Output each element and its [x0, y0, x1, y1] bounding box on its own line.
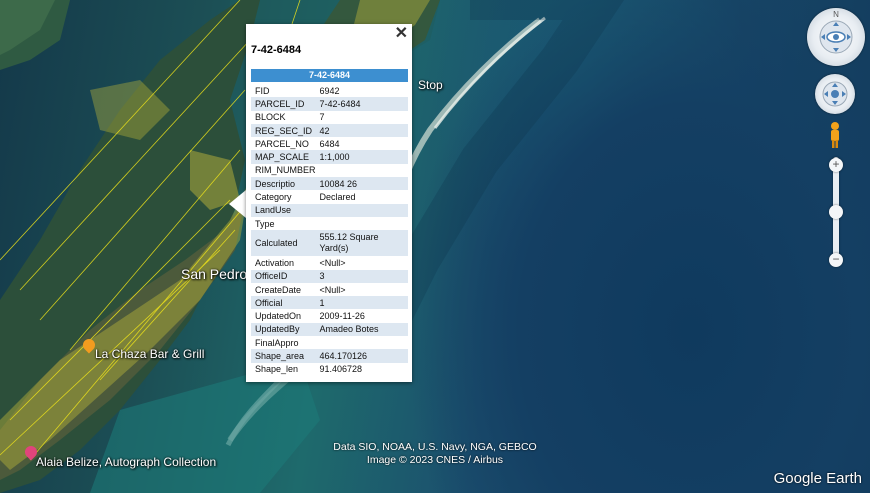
attribute-key: LandUse — [251, 203, 316, 217]
map-label-san-pedro[interactable]: San Pedro — [181, 266, 247, 282]
attribute-key: UpdatedBy — [251, 322, 316, 337]
attribute-value — [315, 203, 408, 217]
attribute-value — [316, 217, 408, 230]
attribute-value: Declared — [319, 192, 356, 203]
popup-pointer — [229, 190, 246, 218]
attribute-row: CreateDate <Null> — [251, 283, 408, 296]
attribute-row: Shape_len 91.406728 — [251, 363, 408, 376]
attribute-row: Calculated 555.12 Square Yard(s) — [251, 230, 408, 257]
street-view-pegman-icon[interactable] — [828, 121, 842, 149]
attribute-key: FinalAppro — [255, 337, 299, 348]
attribute-value: <Null> — [319, 257, 346, 268]
attribute-key: Calculated — [251, 230, 316, 257]
attribute-key: Activation — [255, 257, 295, 268]
attribute-key: REG_SEC_ID — [251, 123, 316, 138]
attribute-row: LandUse — [251, 203, 408, 217]
attribute-value — [316, 336, 408, 349]
attribute-row: REG_SEC_ID 42 — [251, 123, 408, 138]
attribute-key: MAP_SCALE — [251, 150, 316, 164]
attribute-row: OfficeID 3 — [251, 269, 408, 283]
map-label-la-chaza[interactable]: La Chaza Bar & Grill — [95, 347, 204, 361]
attribute-value: <Null> — [319, 284, 346, 295]
attribute-row: Shape_area 464.170126 — [251, 349, 408, 363]
attribute-row: Activation <Null> — [251, 256, 408, 269]
attribute-value: 6484 — [319, 138, 340, 149]
close-icon[interactable]: ✕ — [395, 26, 408, 42]
attribute-row: Official 1 — [251, 296, 408, 310]
attribute-value: 6942 — [319, 85, 340, 96]
hand-icon — [822, 81, 848, 107]
attribute-value: 91.406728 — [319, 364, 363, 375]
attribute-key: CreateDate — [255, 284, 302, 295]
satellite-map[interactable]: Stop San Pedro La Chaza Bar & Grill Alai… — [0, 0, 870, 493]
imagery-attribution: Data SIO, NOAA, U.S. Navy, NGA, GEBCO Im… — [0, 441, 870, 467]
attribute-key: UpdatedOn — [255, 311, 302, 322]
zoom-out-button[interactable]: − — [829, 253, 843, 267]
attribute-value: 7 — [319, 112, 325, 123]
zoom-slider-handle[interactable] — [829, 205, 843, 219]
move-control[interactable] — [815, 74, 855, 114]
attribute-row: RIM_NUMBER — [251, 164, 408, 177]
attribute-row: PARCEL_NO 6484 — [251, 137, 408, 150]
zoom-in-button[interactable]: + — [829, 158, 843, 172]
attribute-row: BLOCK 7 — [251, 111, 408, 124]
attribute-key: PARCEL_ID — [251, 97, 316, 111]
attribute-value: 464.170126 — [315, 349, 408, 363]
attribute-row: FinalAppro — [251, 336, 408, 349]
attribute-key: PARCEL_NO — [255, 138, 309, 149]
eye-icon: N — [819, 10, 853, 54]
map-imagery — [0, 0, 625, 493]
attribute-row: Category Declared — [251, 190, 408, 203]
compass-look-control[interactable]: N — [807, 8, 865, 66]
attribute-key: Type — [255, 218, 275, 229]
attribute-value: 3 — [315, 269, 408, 283]
map-label-stop[interactable]: Stop — [418, 78, 443, 92]
attribute-row: UpdatedOn 2009-11-26 — [251, 309, 408, 322]
attribute-row: Descriptio 10084 26 — [251, 177, 408, 191]
attribute-row: UpdatedBy Amadeo Botes — [251, 322, 408, 337]
attribute-row: FID 6942 — [251, 84, 408, 97]
attribute-key: Descriptio — [251, 177, 316, 191]
attribute-key: Shape_area — [251, 349, 316, 363]
svg-text:N: N — [833, 10, 839, 19]
attribute-table: FID 6942 PARCEL_ID 7-42-6484 BLOCK 7 REG_SEC_I… — [251, 84, 408, 376]
attribute-value: 7-42-6484 — [315, 97, 408, 111]
attribute-value: 10084 26 — [315, 177, 408, 191]
attribute-value: Amadeo Botes — [315, 322, 408, 337]
attribution-image-line: Image © 2023 CNES / Airbus — [366, 454, 504, 466]
parcel-info-popup: 7-42-6484 ✕ 7-42-6484 FID 6942 PARCEL_ID 7-… — [246, 24, 412, 382]
google-earth-logo: Google Earth — [773, 470, 862, 487]
attribute-value: 2009-11-26 — [319, 311, 365, 322]
attribute-key: Official — [251, 296, 316, 310]
attribute-key: FID — [255, 85, 270, 96]
popup-table-header: 7-42-6484 — [251, 69, 408, 82]
attribute-value: 1 — [315, 296, 408, 310]
attribute-key: BLOCK — [255, 112, 286, 123]
popup-title: 7-42-6484 — [251, 44, 302, 56]
attribute-key: Category — [255, 192, 292, 203]
attribute-row: MAP_SCALE 1:1,000 — [251, 150, 408, 164]
attribute-key: RIM_NUMBER — [255, 165, 316, 176]
attribute-value — [316, 164, 408, 177]
attribute-row: PARCEL_ID 7-42-6484 — [251, 97, 408, 111]
attribution-data-line: Data SIO, NOAA, U.S. Navy, NGA, GEBCO — [333, 441, 537, 453]
attribute-row: Type — [251, 217, 408, 230]
attribute-value: 555.12 Square Yard(s) — [315, 230, 408, 257]
attribute-key: OfficeID — [251, 269, 316, 283]
attribute-value: 1:1,000 — [315, 150, 408, 164]
attribute-value: 42 — [315, 123, 408, 138]
attribute-key: Shape_len — [255, 364, 299, 375]
